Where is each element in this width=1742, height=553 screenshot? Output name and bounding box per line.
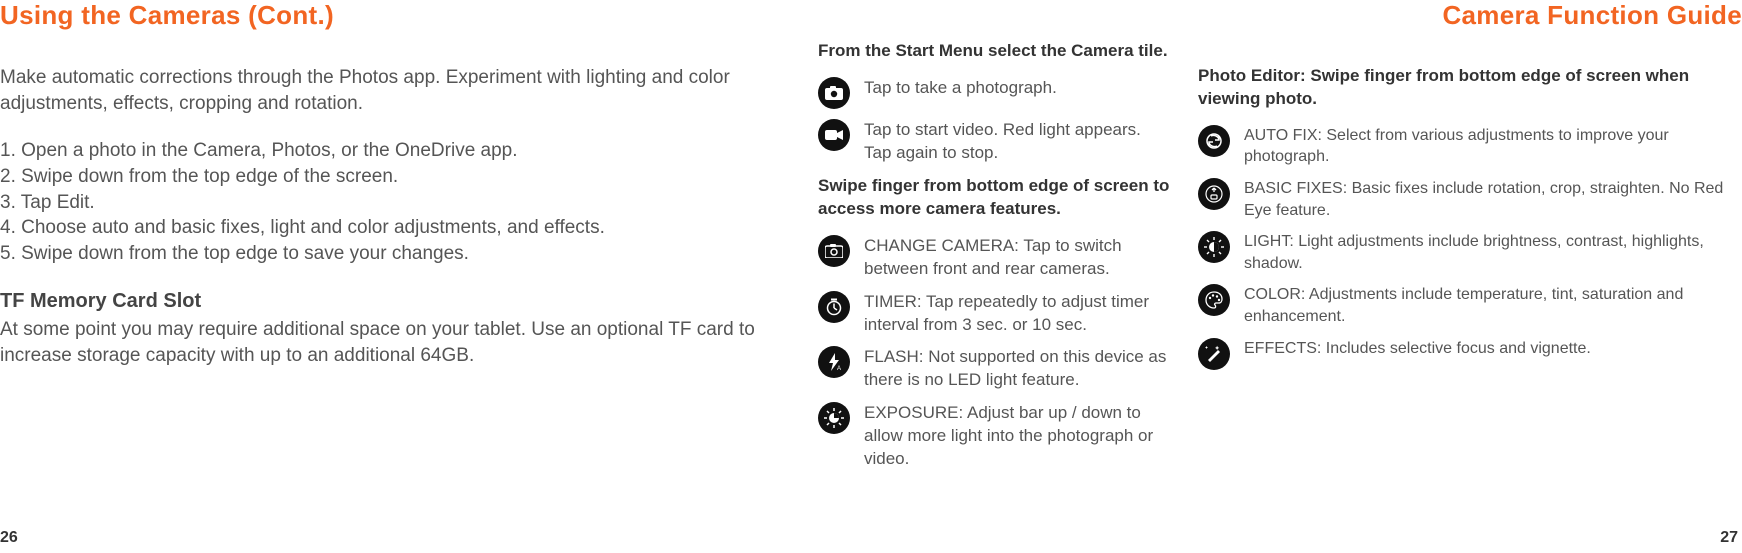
- row-basicfixes: BASIC FIXES: Basic fixes include rotatio…: [1198, 178, 1740, 221]
- page-number-right: 27: [1720, 529, 1738, 547]
- swipe-line: Swipe finger from bottom edge of screen …: [818, 175, 1178, 221]
- step-4: 4. Choose auto and basic fixes, light an…: [0, 215, 788, 241]
- middle-column: From the Start Menu select the Camera ti…: [818, 0, 1198, 553]
- flash-icon: A: [818, 346, 850, 378]
- color-icon: [1198, 284, 1230, 316]
- step-2: 2. Swipe down from the top edge of the s…: [0, 164, 788, 190]
- exposure-icon: [818, 402, 850, 434]
- tf-body: At some point you may require additional…: [0, 317, 788, 368]
- row-take-photo: Tap to take a photograph.: [818, 77, 1178, 109]
- row-autofix: AUTO FIX: Select from various adjustment…: [1198, 125, 1740, 168]
- basicfixes-text: BASIC FIXES: Basic fixes include rotatio…: [1244, 178, 1740, 221]
- step-3: 3. Tap Edit.: [0, 190, 788, 216]
- timer-text: TIMER: Tap repeatedly to adjust timer in…: [864, 291, 1178, 337]
- right-title: Camera Function Guide: [1198, 0, 1742, 31]
- svg-text:A: A: [837, 366, 841, 371]
- camera-icon: [818, 77, 850, 109]
- row-color: COLOR: Adjustments include temperature, …: [1198, 284, 1740, 327]
- change-camera-text: CHANGE CAMERA: Tap to switch between fro…: [864, 235, 1178, 281]
- row-light: LIGHT: Light adjustments include brightn…: [1198, 231, 1740, 274]
- video-icon: [818, 119, 850, 151]
- step-5: 5. Swipe down from the top edge to save …: [0, 241, 788, 267]
- right-page: Camera Function Guide Photo Editor: Swip…: [1198, 0, 1742, 553]
- effects-icon: [1198, 338, 1230, 370]
- effects-text: EFFECTS: Includes selective focus and vi…: [1244, 338, 1740, 360]
- steps-list: 1. Open a photo in the Camera, Photos, o…: [0, 138, 788, 266]
- row-flash: A FLASH: Not supported on this device as…: [818, 346, 1178, 392]
- start-menu-line: From the Start Menu select the Camera ti…: [818, 40, 1178, 63]
- intro-paragraph: Make automatic corrections through the P…: [0, 65, 788, 116]
- tf-heading: TF Memory Card Slot: [0, 288, 788, 315]
- color-text: COLOR: Adjustments include temperature, …: [1244, 284, 1740, 327]
- take-photo-text: Tap to take a photograph.: [864, 77, 1178, 100]
- row-exposure: EXPOSURE: Adjust bar up / down to allow …: [818, 402, 1178, 471]
- row-video: Tap to start video. Red light appears. T…: [818, 119, 1178, 165]
- left-title: Using the Cameras (Cont.): [0, 0, 788, 31]
- row-timer: TIMER: Tap repeatedly to adjust timer in…: [818, 291, 1178, 337]
- flash-text: FLASH: Not supported on this device as t…: [864, 346, 1178, 392]
- change-camera-icon: [818, 235, 850, 267]
- page-number-left: 26: [0, 529, 18, 547]
- light-icon: [1198, 231, 1230, 263]
- light-text: LIGHT: Light adjustments include brightn…: [1244, 231, 1740, 274]
- autofix-text: AUTO FIX: Select from various adjustment…: [1244, 125, 1740, 168]
- timer-icon: [818, 291, 850, 323]
- left-page: Using the Cameras (Cont.) Make automatic…: [0, 0, 818, 553]
- video-text: Tap to start video. Red light appears. T…: [864, 119, 1178, 165]
- photo-editor-line: Photo Editor: Swipe finger from bottom e…: [1198, 65, 1740, 111]
- autofix-icon: [1198, 125, 1230, 157]
- row-change-camera: CHANGE CAMERA: Tap to switch between fro…: [818, 235, 1178, 281]
- step-1: 1. Open a photo in the Camera, Photos, o…: [0, 138, 788, 164]
- row-effects: EFFECTS: Includes selective focus and vi…: [1198, 338, 1740, 370]
- basicfixes-icon: [1198, 178, 1230, 210]
- exposure-text: EXPOSURE: Adjust bar up / down to allow …: [864, 402, 1178, 471]
